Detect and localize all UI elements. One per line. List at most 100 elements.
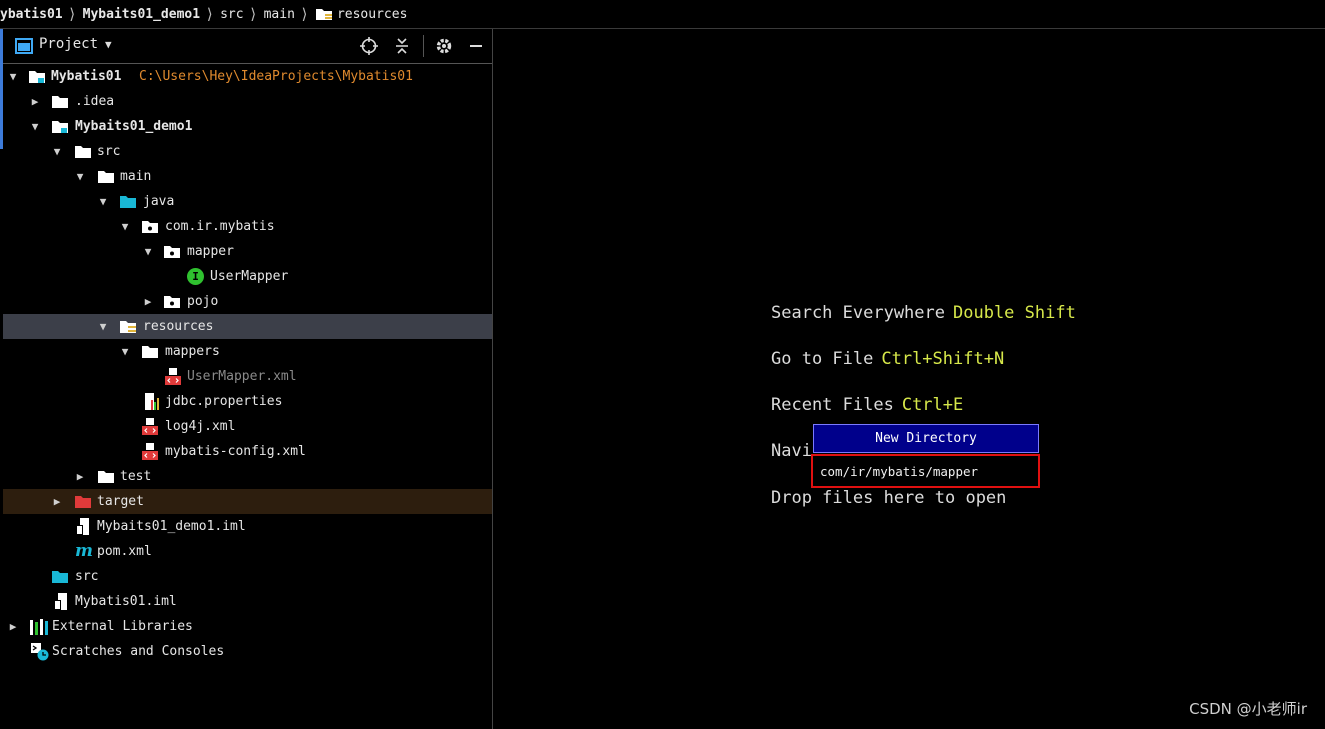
project-window-icon xyxy=(15,38,33,54)
expanded-arrow-icon[interactable]: ▼ xyxy=(29,114,41,139)
tree-item-label: pojo xyxy=(187,294,219,309)
tree-item-project-root[interactable]: ▼ Mybatis01 C:\Users\Hey\IdeaProjects\My… xyxy=(3,64,492,89)
hint-text: Recent Files xyxy=(771,395,894,415)
tree-item-resources[interactable]: ▼ resources xyxy=(3,314,492,339)
expanded-arrow-icon[interactable]: ▼ xyxy=(119,339,131,364)
hint-shortcut: Double Shift xyxy=(953,303,1076,323)
source-folder-icon xyxy=(52,571,68,583)
source-folder-icon xyxy=(120,196,136,208)
tree-item-external-libraries[interactable]: ▶ External Libraries xyxy=(3,614,492,639)
interface-icon: I xyxy=(187,268,204,285)
new-directory-input-frame xyxy=(811,454,1040,488)
toolbar-divider xyxy=(423,35,424,57)
libraries-icon xyxy=(30,619,48,635)
tree-item-src[interactable]: ▼ src xyxy=(3,139,492,164)
tree-item-label: resources xyxy=(143,319,214,334)
tree-item-root-src[interactable]: src xyxy=(3,564,492,589)
tree-item-package-root[interactable]: ▼ com.ir.mybatis xyxy=(3,214,492,239)
expanded-arrow-icon[interactable]: ▼ xyxy=(7,64,19,89)
tree-item-log4j-xml[interactable]: log4j.xml xyxy=(3,414,492,439)
package-icon xyxy=(142,221,158,233)
new-directory-input[interactable] xyxy=(820,461,1020,481)
project-path: C:\Users\Hey\IdeaProjects\Mybatis01 xyxy=(139,69,413,84)
tree-item-mybatis-config-xml[interactable]: mybatis-config.xml xyxy=(3,439,492,464)
tree-item-label: Scratches and Consoles xyxy=(52,644,225,659)
collapsed-arrow-icon[interactable]: ▶ xyxy=(74,464,86,489)
watermark: CSDN @小老师ir xyxy=(1189,700,1307,718)
project-tool-window: Project ▼ ▼ Mybatis01 C:\Users\Hey\IdeaP… xyxy=(3,29,493,729)
folder-icon xyxy=(98,471,114,483)
expanded-arrow-icon[interactable]: ▼ xyxy=(142,239,154,264)
tree-item-mappers[interactable]: ▼ mappers xyxy=(3,339,492,364)
collapsed-arrow-icon[interactable]: ▶ xyxy=(142,289,154,314)
tree-item-label: mapper xyxy=(187,244,234,259)
tree-item-main[interactable]: ▼ main xyxy=(3,164,492,189)
tree-item-scratches[interactable]: Scratches and Consoles xyxy=(3,639,492,664)
tree-item-module-iml[interactable]: Mybaits01_demo1.iml xyxy=(3,514,492,539)
tree-item-label: mybatis-config.xml xyxy=(165,444,306,459)
package-icon xyxy=(164,246,180,258)
gear-icon[interactable] xyxy=(434,36,454,56)
tree-item-label: com.ir.mybatis xyxy=(165,219,275,234)
excluded-folder-icon xyxy=(75,496,91,508)
collapsed-arrow-icon[interactable]: ▶ xyxy=(7,614,19,639)
folder-icon xyxy=(98,171,114,183)
tree-item-target[interactable]: ▶ target xyxy=(3,489,492,514)
folder-icon xyxy=(142,346,158,358)
tree-item-jdbc-properties[interactable]: jdbc.properties xyxy=(3,389,492,414)
hint-navigation-bar: Navi xyxy=(771,441,812,461)
tree-item-label: Mybatis01.iml xyxy=(75,594,177,609)
project-tree: ▼ Mybatis01 C:\Users\Hey\IdeaProjects\My… xyxy=(3,64,492,724)
breadcrumb-item-resources[interactable]: resources xyxy=(337,7,407,22)
expanded-arrow-icon[interactable]: ▼ xyxy=(74,164,86,189)
tree-item-label: External Libraries xyxy=(52,619,193,634)
breadcrumb-item-module[interactable]: Mybaits01_demo1 xyxy=(83,7,200,22)
xml-file-icon xyxy=(142,443,158,460)
minimize-icon[interactable] xyxy=(466,36,486,56)
tree-item-test[interactable]: ▶ test xyxy=(3,464,492,489)
tree-item-label: target xyxy=(97,494,144,509)
module-folder-icon xyxy=(52,121,68,133)
expanded-arrow-icon[interactable]: ▼ xyxy=(119,214,131,239)
expanded-arrow-icon[interactable]: ▼ xyxy=(51,139,63,164)
tree-item-label: mappers xyxy=(165,344,220,359)
tree-item-usermapper[interactable]: I UserMapper xyxy=(3,264,492,289)
expanded-arrow-icon[interactable]: ▼ xyxy=(97,189,109,214)
tree-item-mapper-package[interactable]: ▼ mapper xyxy=(3,239,492,264)
tree-item-label: src xyxy=(75,569,99,584)
collapsed-arrow-icon[interactable]: ▶ xyxy=(29,89,41,114)
hint-shortcut: Ctrl+E xyxy=(901,395,964,415)
breadcrumb-item-project[interactable]: ybatis01 xyxy=(0,7,63,22)
collapse-all-icon[interactable] xyxy=(392,36,412,56)
hint-recent-files: Recent Files Ctrl+E xyxy=(771,395,963,415)
chevron-down-icon[interactable]: ▼ xyxy=(105,38,112,51)
chevron-right-icon: ⟩ xyxy=(67,5,77,23)
tree-item-idea[interactable]: ▶ .idea xyxy=(3,89,492,114)
chevron-right-icon: ⟩ xyxy=(205,5,215,23)
iml-file-icon xyxy=(54,593,67,610)
xml-file-icon xyxy=(142,418,158,435)
scratches-icon xyxy=(31,643,49,661)
tree-item-module[interactable]: ▼ Mybaits01_demo1 xyxy=(3,114,492,139)
collapsed-arrow-icon[interactable]: ▶ xyxy=(51,489,63,514)
tree-item-java[interactable]: ▼ java xyxy=(3,189,492,214)
breadcrumb-item-main[interactable]: main xyxy=(264,7,295,22)
tree-item-usermapper-xml[interactable]: UserMapper.xml xyxy=(3,364,492,389)
resources-folder-icon xyxy=(315,9,332,20)
expanded-arrow-icon[interactable]: ▼ xyxy=(97,314,109,339)
project-view-selector[interactable]: Project xyxy=(39,36,98,52)
locate-icon[interactable] xyxy=(359,36,379,56)
chevron-right-icon: ⟩ xyxy=(299,5,309,23)
tree-item-project-iml[interactable]: Mybatis01.iml xyxy=(3,589,492,614)
editor-empty-area[interactable]: Search Everywhere Double Shift Go to File… xyxy=(493,29,1325,729)
popup-title: New Directory xyxy=(813,424,1039,453)
maven-icon: m xyxy=(75,541,93,561)
breadcrumb-item-src[interactable]: src xyxy=(220,7,243,22)
hint-text: Search Everywhere xyxy=(771,303,945,323)
tree-item-label: Mybaits01_demo1 xyxy=(75,119,193,134)
tree-item-label: jdbc.properties xyxy=(165,394,283,409)
tree-item-pom-xml[interactable]: m pom.xml xyxy=(3,539,492,564)
hint-drop-files: Drop files here to open xyxy=(771,488,1006,508)
tree-item-pojo[interactable]: ▶ pojo xyxy=(3,289,492,314)
hint-shortcut: Ctrl+Shift+N xyxy=(881,349,1005,369)
